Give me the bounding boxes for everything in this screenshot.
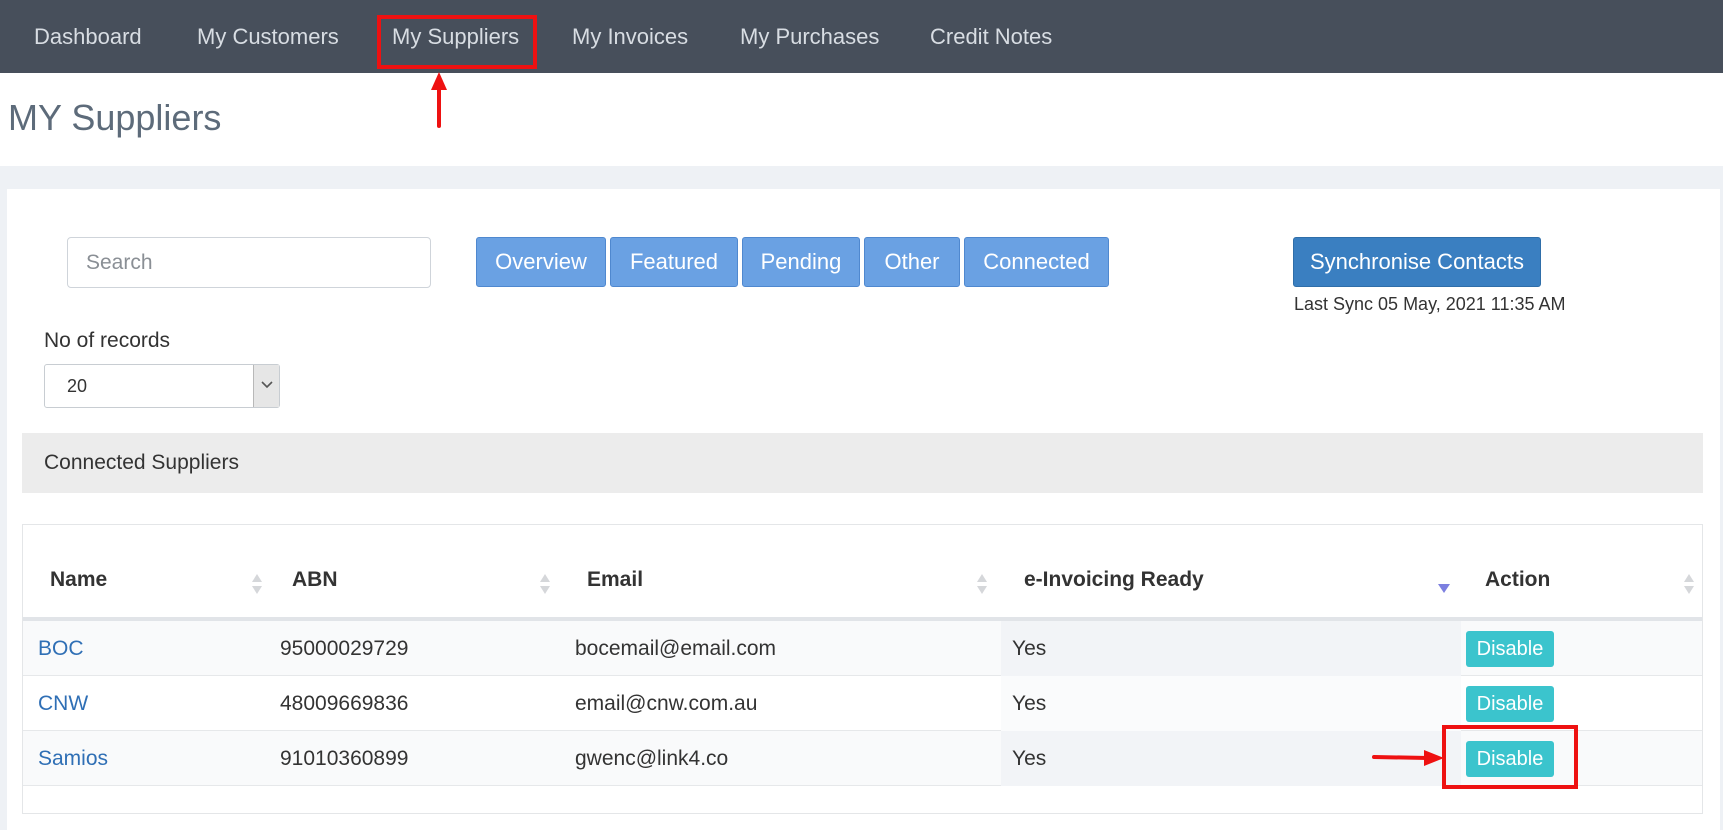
nav-item-my-purchases[interactable]: My Purchases [740,0,879,73]
einvoicing-cell: Yes [1012,747,1047,770]
annotation-highlight-box [377,15,537,69]
einvoicing-cell: Yes [1012,692,1047,715]
filter-other-button[interactable]: Other [864,237,960,287]
supplier-name-link[interactable]: Samios [38,731,108,786]
filter-connected-button[interactable]: Connected [964,237,1109,287]
abn-cell: 48009669836 [280,692,409,715]
section-title: Connected Suppliers [44,451,239,474]
page-header: MY Suppliers [0,73,1723,166]
page-title: MY Suppliers [8,97,222,138]
email-cell: email@cnw.com.au [575,692,758,715]
filter-featured-button[interactable]: Featured [610,237,738,287]
search-input[interactable] [67,237,431,288]
sort-icon[interactable] [251,573,263,595]
red-arrow-annotation [1372,750,1444,766]
sorted-column-cell [1001,621,1461,676]
annotation-highlight-box [1442,725,1578,789]
nav-item-credit-notes[interactable]: Credit Notes [930,0,1052,73]
nav-item-dashboard[interactable]: Dashboard [34,0,142,73]
filter-pending-button[interactable]: Pending [742,237,860,287]
column-header-email[interactable]: Email [587,525,643,617]
sort-icon[interactable] [1683,573,1695,595]
nav-item-my-invoices[interactable]: My Invoices [572,0,688,73]
records-select[interactable]: 20 [44,364,280,408]
sort-desc-icon[interactable] [1437,583,1451,593]
sort-icon[interactable] [976,573,988,595]
column-header-name[interactable]: Name [50,525,107,617]
sorted-column-cell [1001,676,1461,731]
supplier-name-link[interactable]: BOC [38,621,84,676]
nav-item-my-customers[interactable]: My Customers [197,0,339,73]
disable-button[interactable]: Disable [1466,631,1554,667]
table-row: CNW 48009669836 email@cnw.com.au Yes Dis… [23,676,1702,731]
chevron-down-icon[interactable] [253,365,279,407]
records-selected-value: 20 [67,376,88,396]
table-row: BOC 95000029729 bocemail@email.com Yes D… [23,621,1702,676]
top-navigation: Dashboard My Customers My Suppliers My I… [0,0,1723,73]
abn-cell: 95000029729 [280,637,409,660]
connected-suppliers-section: Connected Suppliers [22,433,1703,493]
abn-cell: 91010360899 [280,747,409,770]
supplier-name-link[interactable]: CNW [38,676,88,731]
filter-overview-button[interactable]: Overview [476,237,606,287]
last-sync-text: Last Sync 05 May, 2021 11:35 AM [1294,294,1566,314]
records-label: No of records [44,329,171,352]
synchronise-contacts-button[interactable]: Synchronise Contacts [1293,237,1541,287]
email-cell: bocemail@email.com [575,637,777,660]
red-arrow-annotation [431,72,447,128]
column-header-action[interactable]: Action [1485,525,1550,617]
column-header-einvoicing-ready[interactable]: e-Invoicing Ready [1024,525,1204,617]
einvoicing-cell: Yes [1012,637,1047,660]
email-cell: gwenc@link4.co [575,747,729,770]
disable-button[interactable]: Disable [1466,686,1554,722]
sort-icon[interactable] [539,573,551,595]
column-header-abn[interactable]: ABN [292,525,338,617]
